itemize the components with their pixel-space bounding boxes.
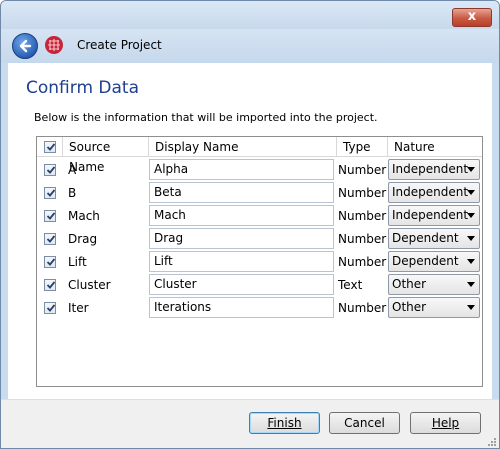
display-name-input[interactable]: Alpha [149, 159, 334, 180]
display-name-input[interactable]: Drag [149, 228, 334, 249]
display-name-input[interactable]: Cluster [149, 274, 334, 295]
source-name-cell: A [68, 163, 77, 177]
app-logo-icon [45, 36, 63, 54]
back-arrow-icon [19, 39, 32, 53]
type-cell: Number [338, 301, 387, 315]
page-title: Confirm Data [26, 78, 139, 98]
nature-value: Independent [392, 185, 469, 199]
row-checkbox[interactable] [44, 302, 56, 314]
display-name-input[interactable]: Lift [149, 251, 334, 272]
source-name-cell: Iter [68, 301, 89, 315]
nature-value: Other [392, 277, 427, 291]
data-grid: Source Name Display Name Type Nature A Al… [36, 136, 483, 387]
checkmark-icon [46, 189, 56, 197]
chevron-down-icon [467, 213, 475, 218]
checkmark-icon [46, 166, 56, 174]
type-cell: Number [338, 232, 387, 246]
select-all-checkbox[interactable] [44, 141, 56, 153]
chevron-down-icon [467, 282, 475, 287]
source-name-cell: Mach [68, 209, 100, 223]
row-checkbox[interactable] [44, 164, 56, 176]
type-cell: Text [338, 278, 363, 292]
nature-dropdown[interactable]: Dependent [388, 251, 480, 272]
nature-value: Independent [392, 208, 469, 222]
type-cell: Number [338, 255, 387, 269]
checkmark-icon [46, 304, 56, 312]
chevron-down-icon [467, 190, 475, 195]
finish-label: Finish [267, 416, 302, 430]
display-name-input[interactable]: Iterations [149, 297, 334, 318]
source-name-cell: Cluster [68, 278, 111, 292]
checkmark-icon [46, 143, 56, 151]
source-name-cell: Drag [68, 232, 98, 246]
type-cell: Number [338, 163, 387, 177]
row-checkbox[interactable] [44, 233, 56, 245]
column-header-source-name[interactable]: Source Name [63, 137, 149, 174]
nature-value: Dependent [392, 231, 459, 245]
type-cell: Number [338, 186, 387, 200]
chevron-down-icon [467, 236, 475, 241]
nature-dropdown[interactable]: Independent [388, 205, 480, 226]
row-checkbox[interactable] [44, 279, 56, 291]
wizard-header: Create Project [1, 29, 499, 63]
column-header-nature[interactable]: Nature [388, 137, 482, 157]
type-cell: Number [338, 209, 387, 223]
checkmark-icon [46, 281, 56, 289]
cancel-button[interactable]: Cancel [329, 412, 400, 434]
back-button[interactable] [12, 33, 38, 59]
resize-grip-icon[interactable] [486, 436, 496, 446]
display-name-input[interactable]: Mach [149, 205, 334, 226]
source-name-cell: Lift [68, 255, 87, 269]
nature-dropdown[interactable]: Independent [388, 159, 480, 180]
nature-value: Other [392, 300, 427, 314]
finish-button[interactable]: Finish [249, 412, 320, 434]
chevron-down-icon [467, 167, 475, 172]
nature-value: Dependent [392, 254, 459, 268]
display-name-input[interactable]: Beta [149, 182, 334, 203]
title-bar: x [1, 1, 499, 29]
column-header-display-name[interactable]: Display Name [149, 137, 337, 157]
chevron-down-icon [467, 259, 475, 264]
nature-dropdown[interactable]: Other [388, 274, 480, 295]
source-name-cell: B [68, 186, 77, 200]
column-header-type[interactable]: Type [337, 137, 388, 157]
instruction-text: Below is the information that will be im… [34, 111, 378, 124]
help-label: Help [431, 416, 460, 430]
nature-dropdown[interactable]: Independent [388, 182, 480, 203]
checkmark-icon [46, 258, 56, 266]
nature-dropdown[interactable]: Dependent [388, 228, 480, 249]
button-bar: Finish Cancel Help [1, 399, 499, 448]
nature-value: Independent [392, 162, 469, 176]
header-checkbox-cell [37, 137, 63, 157]
chevron-down-icon [467, 305, 475, 310]
row-checkbox[interactable] [44, 256, 56, 268]
row-checkbox[interactable] [44, 187, 56, 199]
wizard-title: Create Project [77, 38, 162, 52]
row-checkbox[interactable] [44, 210, 56, 222]
nature-dropdown[interactable]: Other [388, 297, 480, 318]
checkmark-icon [46, 212, 56, 220]
checkmark-icon [46, 235, 56, 243]
help-button[interactable]: Help [410, 412, 481, 434]
close-button[interactable]: x [452, 8, 492, 27]
dialog-window: x Create Project Confirm Data Below is t… [0, 0, 500, 449]
